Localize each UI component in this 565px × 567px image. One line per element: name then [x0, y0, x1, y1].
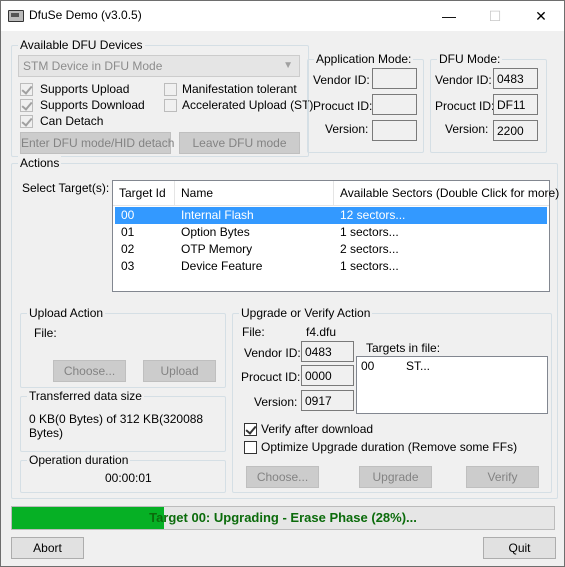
dfu-version-label: Version: [445, 122, 489, 136]
column-name[interactable]: Name [175, 181, 334, 205]
chevron-down-icon: ▼ [283, 60, 293, 71]
transferred-label: Transferred data size [27, 389, 144, 403]
target-name: Option Bytes [181, 225, 250, 239]
upgrade-vendor-id-label: Vendor ID: [244, 346, 301, 360]
file-target-id: 00 [361, 359, 375, 373]
verify-button: Verify [466, 466, 539, 488]
app-product-id-label: Procuct ID: [313, 99, 373, 113]
upload-action-label: Upload Action [27, 306, 106, 320]
targets-list-header: Target Id Name Available Sectors (Double… [113, 181, 559, 206]
upgrade-version-field: 0917 [301, 390, 354, 411]
minimize-button[interactable]: — [426, 1, 472, 31]
column-available-sectors[interactable]: Available Sectors (Double Click for more… [334, 181, 559, 205]
supports-upload-checkbox [20, 83, 33, 96]
targets-in-file-list[interactable]: 00 ST... [356, 356, 548, 414]
file-target-name: ST... [406, 359, 431, 373]
optimize-upgrade-checkbox[interactable] [244, 441, 257, 454]
upgrade-file-value: f4.dfu [306, 325, 337, 339]
upload-file-label: File: [34, 326, 57, 340]
available-devices-label: Available DFU Devices [18, 38, 145, 52]
optimize-upgrade-label: Optimize Upgrade duration (Remove some F… [261, 440, 518, 454]
target-id: 03 [121, 259, 135, 273]
verify-after-download-checkbox[interactable] [244, 423, 257, 436]
dfu-product-id-label: Procuct ID: [435, 99, 495, 113]
targets-list[interactable]: Target Id Name Available Sectors (Double… [112, 180, 559, 292]
progress-bar: Target 00: Upgrading - Erase Phase (28%)… [11, 506, 555, 530]
abort-button[interactable]: Abort [11, 537, 84, 559]
upgrade-version-label: Version: [254, 395, 298, 409]
leave-dfu-mode-button: Leave DFU mode [179, 132, 300, 154]
dfu-mode-label: DFU Mode: [437, 52, 503, 66]
upgrade-action-label: Upgrade or Verify Action [239, 306, 373, 320]
target-row-01[interactable]: 01 Option Bytes 1 sectors... [115, 224, 547, 241]
manifestation-tolerant-label: Manifestation tolerant [182, 82, 297, 96]
targets-in-file-label: Targets in file: [366, 341, 441, 355]
close-button[interactable]: ✕ [518, 1, 564, 31]
app-product-id-field [372, 94, 417, 115]
supports-upload-label: Supports Upload [40, 82, 130, 96]
target-row-02[interactable]: 02 OTP Memory 2 sectors... [115, 241, 547, 258]
device-combo-value: STM Device in DFU Mode [23, 59, 163, 73]
device-combo: STM Device in DFU Mode ▼ [18, 55, 300, 77]
window-title: DfuSe Demo (v3.0.5) [29, 8, 142, 22]
target-row-03[interactable]: 03 Device Feature 1 sectors... [115, 258, 547, 275]
can-detach-checkbox [20, 115, 33, 128]
enter-dfu-mode-button: Enter DFU mode/HID detach [20, 132, 174, 154]
upgrade-button: Upgrade [359, 466, 432, 488]
duration-value: 00:00:01 [105, 471, 152, 485]
title-bar: DfuSe Demo (v3.0.5) — ☐ ✕ [1, 1, 564, 31]
duration-label: Operation duration [27, 453, 131, 467]
target-id: 01 [121, 225, 135, 239]
column-target-id[interactable]: Target Id [113, 181, 175, 205]
target-id: 02 [121, 242, 135, 256]
target-sectors: 2 sectors... [340, 242, 399, 256]
target-sectors: 1 sectors... [340, 259, 399, 273]
target-row-00[interactable]: 00 Internal Flash 12 sectors... [115, 207, 547, 224]
upgrade-file-label: File: [242, 325, 265, 339]
target-sectors: 1 sectors... [340, 225, 399, 239]
upload-choose-button: Choose... [53, 360, 126, 382]
accelerated-upload-label: Accelerated Upload (ST) [182, 98, 314, 112]
actions-label: Actions [18, 156, 62, 170]
upgrade-product-id-field: 0000 [301, 365, 354, 386]
target-name: Internal Flash [181, 208, 254, 222]
manifestation-tolerant-checkbox [164, 83, 177, 96]
upgrade-product-id-label: Procuct ID: [241, 370, 301, 384]
accelerated-upload-checkbox [164, 99, 177, 112]
dfu-version-field: 2200 [493, 120, 538, 141]
verify-after-download-label: Verify after download [261, 422, 374, 436]
target-id: 00 [121, 208, 135, 222]
dfu-vendor-id-label: Vendor ID: [435, 73, 492, 87]
quit-button[interactable]: Quit [483, 537, 556, 559]
supports-download-checkbox [20, 99, 33, 112]
maximize-button: ☐ [488, 8, 502, 24]
select-targets-label: Select Target(s): [22, 181, 110, 195]
dfuse-window: DfuSe Demo (v3.0.5) — ☐ ✕ Available DFU … [0, 0, 565, 567]
upgrade-vendor-id-field: 0483 [301, 341, 354, 362]
dfu-vendor-id-field: 0483 [493, 68, 538, 89]
app-version-label: Version: [325, 122, 369, 136]
app-version-field [372, 120, 417, 141]
target-sectors: 12 sectors... [340, 208, 406, 222]
supports-download-label: Supports Download [40, 98, 145, 112]
application-mode-label: Application Mode: [314, 52, 414, 66]
can-detach-label: Can Detach [40, 114, 104, 128]
dfu-product-id-field: DF11 [493, 94, 538, 115]
target-name: Device Feature [181, 259, 263, 273]
upgrade-choose-button: Choose... [246, 466, 319, 488]
app-vendor-id-field [372, 68, 417, 89]
target-name: OTP Memory [181, 242, 253, 256]
progress-text: Target 00: Upgrading - Erase Phase (28%)… [149, 510, 417, 525]
transferred-value: 0 KB(0 Bytes) of 312 KB(320088 Bytes) [29, 412, 204, 440]
app-chip-icon [8, 10, 24, 22]
app-vendor-id-label: Vendor ID: [313, 73, 370, 87]
upload-button: Upload [143, 360, 216, 382]
